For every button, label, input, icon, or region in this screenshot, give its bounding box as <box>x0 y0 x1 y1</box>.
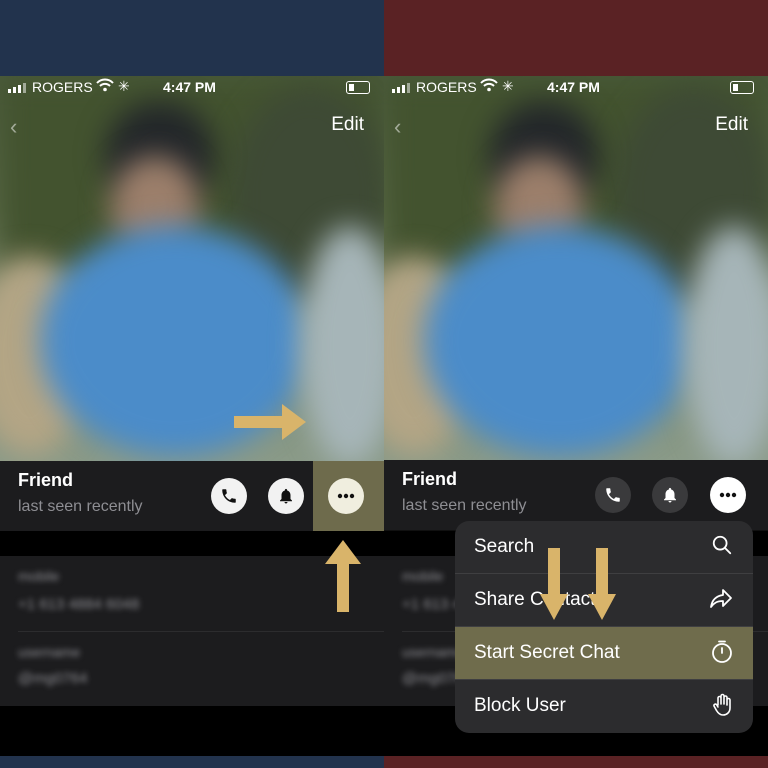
clock: 4:47 PM <box>547 79 600 95</box>
more-button[interactable] <box>710 477 746 513</box>
carrier-label: ROGERS <box>416 79 477 95</box>
ellipsis-icon <box>719 492 737 498</box>
profile-status: last seen recently <box>18 498 143 515</box>
back-chevron-icon[interactable]: ‹ <box>10 114 17 140</box>
profile-photo <box>384 76 768 461</box>
bottom-area <box>0 706 384 756</box>
bell-icon <box>280 488 292 504</box>
call-button[interactable] <box>595 477 631 513</box>
share-icon <box>709 587 733 615</box>
bell-icon <box>664 487 676 503</box>
call-button[interactable] <box>211 478 247 514</box>
signal-icon <box>392 83 410 93</box>
search-icon <box>711 534 733 562</box>
tutorial-arrow-right <box>234 404 306 440</box>
wifi-icon <box>480 78 498 95</box>
signal-icon <box>8 83 26 93</box>
battery-icon <box>346 81 370 94</box>
edit-button[interactable]: Edit <box>331 114 364 136</box>
battery-icon <box>730 81 754 94</box>
tutorial-arrows-down <box>540 548 616 620</box>
phone-icon <box>222 489 236 503</box>
clock: 4:47 PM <box>163 79 216 95</box>
timer-icon <box>711 640 733 670</box>
left-panel: ROGERS ✳ 4:47 PM ‹ Edit Friend last seen… <box>0 0 384 768</box>
detail-label-2: username <box>18 644 81 660</box>
back-chevron-icon[interactable]: ‹ <box>394 114 401 140</box>
hand-icon <box>711 693 733 723</box>
mute-button[interactable] <box>268 478 304 514</box>
edit-button[interactable]: Edit <box>715 114 748 136</box>
menu-item-label: Search <box>474 536 535 557</box>
status-bar: ROGERS ✳ 4:47 PM <box>0 76 384 98</box>
menu-item-label: Block User <box>474 695 566 716</box>
status-bar: ROGERS ✳ 4:47 PM <box>384 76 768 98</box>
profile-name: Friend <box>18 470 74 490</box>
menu-item-label: Start Secret Chat <box>474 642 620 663</box>
tutorial-arrow-up <box>325 540 361 612</box>
carrier-label: ROGERS <box>32 79 93 95</box>
detail-value-1[interactable]: +1 613 4884 6048 <box>18 596 139 613</box>
detail-label-1: mobile <box>18 568 60 584</box>
divider <box>18 631 384 632</box>
more-button[interactable] <box>328 478 364 514</box>
menu-item-block-user[interactable]: Block User <box>455 680 753 732</box>
detail-value-2[interactable]: @mg0764 <box>18 670 87 687</box>
phone-screen: ROGERS ✳ 4:47 PM ‹ Edit Friend last seen… <box>0 76 384 756</box>
activity-spinner-icon: ✳ <box>502 78 514 94</box>
profile-info-bar: Friend last seen recently <box>0 461 384 531</box>
mute-button[interactable] <box>652 477 688 513</box>
profile-photo <box>0 76 384 461</box>
wifi-icon <box>96 78 114 95</box>
phone-icon <box>606 488 620 502</box>
ellipsis-icon <box>337 493 355 499</box>
profile-status: last seen recently <box>402 497 527 514</box>
profile-info-bar: Friend last seen recently <box>384 460 768 530</box>
menu-item-start-secret-chat[interactable]: Start Secret Chat <box>455 627 753 679</box>
detail-label-1: mobile <box>402 568 444 584</box>
activity-spinner-icon: ✳ <box>118 78 130 94</box>
profile-name: Friend <box>402 469 458 489</box>
